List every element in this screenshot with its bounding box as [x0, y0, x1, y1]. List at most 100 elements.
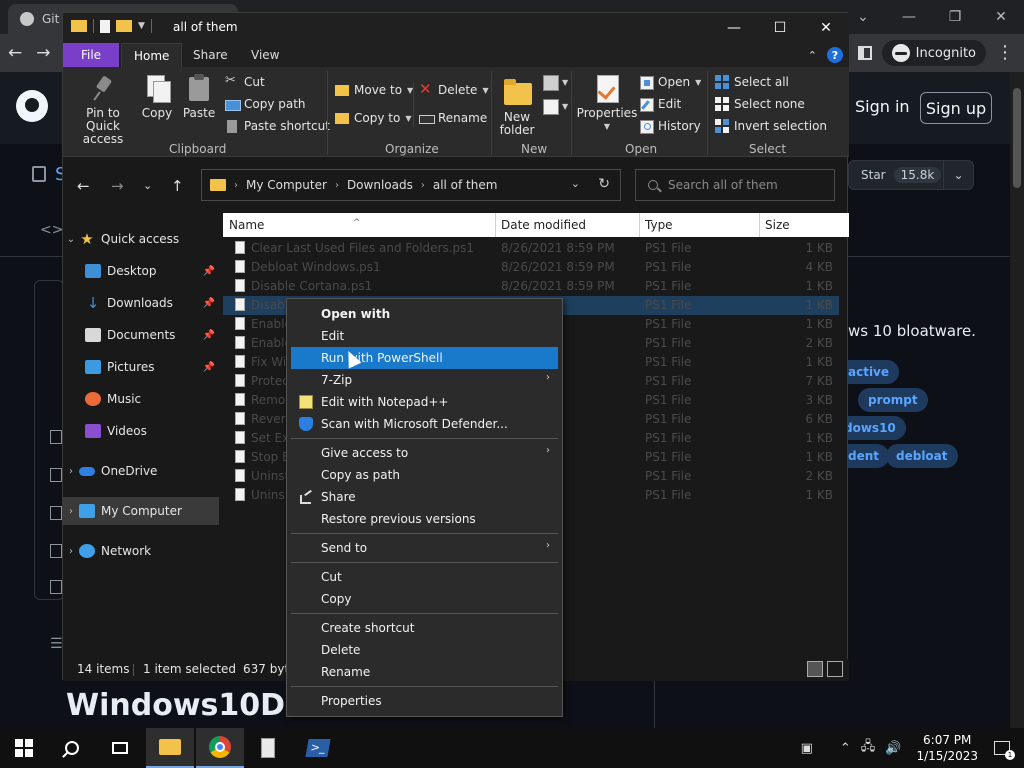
- new-item-button[interactable]: ▼: [543, 75, 568, 91]
- maximize-icon[interactable]: ☐: [757, 13, 803, 43]
- large-icons-view-icon[interactable]: [827, 661, 843, 677]
- menu-give-access-to[interactable]: Give access to ›: [291, 442, 558, 464]
- chrome-minimize-icon[interactable]: —: [886, 9, 932, 25]
- file-row[interactable]: Debloat Windows.ps1 8/26/2021 8:59 PM PS1 …: [223, 258, 839, 277]
- github-sign-in-link[interactable]: Sign in: [855, 97, 910, 116]
- forward-icon[interactable]: →: [111, 177, 124, 195]
- task-view-button[interactable]: [96, 728, 144, 768]
- breadcrumb-downloads[interactable]: Downloads: [347, 178, 413, 192]
- close-icon[interactable]: ✕: [803, 13, 849, 43]
- minimize-icon[interactable]: —: [711, 13, 757, 43]
- nav-videos[interactable]: Videos: [63, 417, 219, 445]
- network-tray-icon[interactable]: 🖧: [861, 737, 876, 759]
- menu-rename[interactable]: Rename: [291, 661, 558, 683]
- qat-dropdown-icon[interactable]: ▼: [138, 21, 145, 31]
- rename-button[interactable]: Rename: [419, 111, 487, 125]
- notification-center-icon[interactable]: 1: [994, 741, 1015, 760]
- column-divider[interactable]: [639, 213, 640, 237]
- menu-edit-with-notepadpp[interactable]: Edit with Notepad++: [291, 391, 558, 413]
- paste-button[interactable]: Paste: [183, 73, 215, 120]
- chrome-back-icon[interactable]: ←: [8, 43, 22, 63]
- details-view-icon[interactable]: [807, 661, 823, 677]
- address-bar[interactable]: › My Computer › Downloads › all of them …: [201, 169, 621, 201]
- edit-button[interactable]: Edit: [639, 97, 681, 112]
- show-hidden-icons-icon[interactable]: ⌃: [840, 741, 851, 756]
- properties-button[interactable]: Properties ▼: [577, 73, 637, 133]
- collapse-chevron-icon[interactable]: ⌄: [63, 234, 79, 245]
- tab-share[interactable]: Share: [181, 43, 240, 67]
- history-button[interactable]: History: [639, 119, 701, 134]
- taskbar-powershell[interactable]: >_: [294, 728, 342, 768]
- meet-now-icon[interactable]: ▣: [801, 741, 813, 756]
- breadcrumb-separator-icon[interactable]: ›: [335, 180, 339, 191]
- cut-button[interactable]: Cut: [225, 73, 265, 89]
- breadcrumb-separator-icon[interactable]: ›: [234, 180, 238, 191]
- new-folder-qat-icon[interactable]: [116, 20, 132, 32]
- nav-desktop[interactable]: Desktop 📌: [63, 257, 219, 285]
- copy-path-button[interactable]: Copy path: [225, 97, 306, 111]
- column-name[interactable]: Name: [229, 218, 264, 232]
- file-row[interactable]: Clear Last Used Files and Folders.ps1 8/2…: [223, 239, 839, 258]
- menu-restore-previous-versions[interactable]: Restore previous versions: [291, 508, 558, 530]
- copy-to-button[interactable]: Copy to ▼: [335, 111, 411, 125]
- expand-chevron-icon[interactable]: ›: [63, 506, 79, 517]
- topic-tag[interactable]: prompt: [858, 388, 928, 412]
- taskbar-chrome[interactable]: [196, 728, 244, 768]
- explorer-titlebar[interactable]: ▼ all of them — ☐ ✕: [63, 13, 849, 43]
- column-type[interactable]: Type: [645, 218, 673, 232]
- menu-7zip[interactable]: 7-Zip ›: [291, 369, 558, 391]
- nav-onedrive[interactable]: › OneDrive: [63, 457, 219, 485]
- recent-locations-icon[interactable]: ⌄: [143, 179, 152, 192]
- menu-delete[interactable]: Delete: [291, 639, 558, 661]
- nav-my-computer[interactable]: › My Computer: [63, 497, 219, 525]
- github-logo-icon[interactable]: [16, 90, 48, 122]
- nav-quick-access[interactable]: ⌄ ★ Quick access: [63, 225, 219, 253]
- breadcrumb-all-of-them[interactable]: all of them: [433, 178, 498, 192]
- tab-file[interactable]: File: [63, 43, 119, 67]
- nav-pictures[interactable]: Pictures 📌: [63, 353, 219, 381]
- menu-run-with-powershell[interactable]: Run with PowerShell: [291, 347, 558, 369]
- file-row[interactable]: Disable Cortana.ps1 8/26/2021 8:59 PM PS1 …: [223, 277, 839, 296]
- taskbar-search-button[interactable]: [48, 728, 96, 768]
- back-icon[interactable]: ←: [77, 177, 90, 195]
- taskbar-notepad[interactable]: [244, 728, 292, 768]
- column-divider[interactable]: [495, 213, 496, 237]
- chrome-close-icon[interactable]: ✕: [978, 9, 1024, 25]
- new-folder-button[interactable]: New folder: [499, 77, 535, 137]
- tab-home[interactable]: Home: [121, 43, 183, 67]
- menu-share[interactable]: Share: [291, 486, 558, 508]
- nav-network[interactable]: › Network: [63, 537, 219, 565]
- copy-button[interactable]: Copy: [141, 73, 173, 120]
- menu-copy[interactable]: Copy: [291, 588, 558, 610]
- menu-cut[interactable]: Cut: [291, 566, 558, 588]
- chrome-forward-icon[interactable]: →: [36, 43, 50, 63]
- expand-chevron-icon[interactable]: ›: [63, 466, 79, 477]
- start-button[interactable]: [0, 728, 48, 768]
- taskbar-file-explorer[interactable]: [146, 728, 194, 768]
- select-all-button[interactable]: Select all: [715, 75, 789, 89]
- github-sign-up-button[interactable]: Sign up: [920, 92, 992, 124]
- collapse-ribbon-icon[interactable]: ⌃: [808, 49, 817, 62]
- star-dropdown-icon[interactable]: ⌄: [943, 161, 973, 189]
- volume-icon[interactable]: 🔊: [885, 741, 901, 756]
- menu-scan-defender[interactable]: Scan with Microsoft Defender...: [291, 413, 558, 435]
- menu-copy-as-path[interactable]: Copy as path: [291, 464, 558, 486]
- up-icon[interactable]: ↑: [171, 177, 184, 195]
- star-button[interactable]: Star 15.8k ⌄: [848, 160, 974, 190]
- list-icon[interactable]: ☰: [50, 636, 63, 652]
- search-input[interactable]: Search all of them: [635, 169, 835, 201]
- chrome-restore-icon[interactable]: ❐: [932, 9, 978, 25]
- column-date-modified[interactable]: Date modified: [501, 218, 586, 232]
- column-size[interactable]: Size: [765, 218, 790, 232]
- open-button[interactable]: Open ▼: [639, 75, 701, 90]
- chrome-scrollbar[interactable]: [1010, 72, 1024, 728]
- menu-create-shortcut[interactable]: Create shortcut: [291, 617, 558, 639]
- help-icon[interactable]: ?: [827, 47, 843, 63]
- side-panel-icon[interactable]: [857, 46, 872, 60]
- pin-quick-access-button[interactable]: Pin to Quick access: [69, 73, 137, 146]
- menu-send-to[interactable]: Send to ›: [291, 537, 558, 559]
- column-divider[interactable]: [759, 213, 760, 237]
- menu-open-with[interactable]: Open with: [291, 303, 558, 325]
- move-to-button[interactable]: Move to ▼: [335, 83, 413, 97]
- nav-downloads[interactable]: ↓ Downloads 📌: [63, 289, 219, 317]
